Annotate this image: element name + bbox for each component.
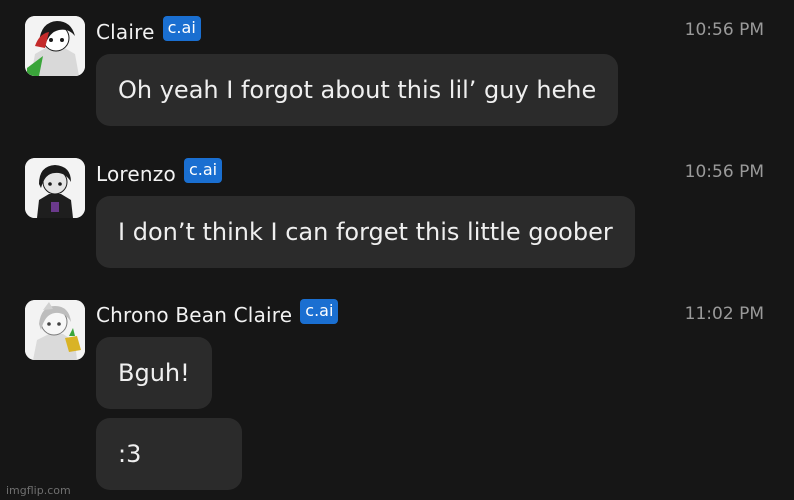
message-timestamp: 11:02 PM: [684, 304, 764, 324]
sender-name: Claire: [96, 20, 155, 44]
imgflip-watermark: imgflip.com: [6, 484, 71, 497]
message-timestamp: 10:56 PM: [684, 20, 764, 40]
message-bubble: :3: [96, 418, 242, 490]
sender-name: Lorenzo: [96, 162, 176, 186]
chrono-bean-claire-avatar-icon: [25, 300, 85, 360]
chrono-bean-claire-avatar[interactable]: [25, 300, 85, 360]
message-bubble: Oh yeah I forgot about this lil’ guy heh…: [96, 54, 619, 126]
claire-avatar-icon: [25, 16, 85, 76]
sender-name: Chrono Bean Claire: [96, 303, 293, 327]
message-timestamp: 10:56 PM: [684, 162, 764, 182]
lorenzo-avatar-icon: [25, 158, 85, 218]
c-ai-badge: c.ai: [183, 157, 223, 183]
message-bubble: I don’t think I can forget this little g…: [96, 196, 635, 268]
claire-avatar[interactable]: [25, 16, 85, 76]
c-ai-badge: c.ai: [300, 298, 339, 324]
message-bubble: Bguh!: [96, 337, 212, 409]
c-ai-badge: c.ai: [162, 15, 201, 41]
lorenzo-avatar[interactable]: [25, 158, 85, 218]
